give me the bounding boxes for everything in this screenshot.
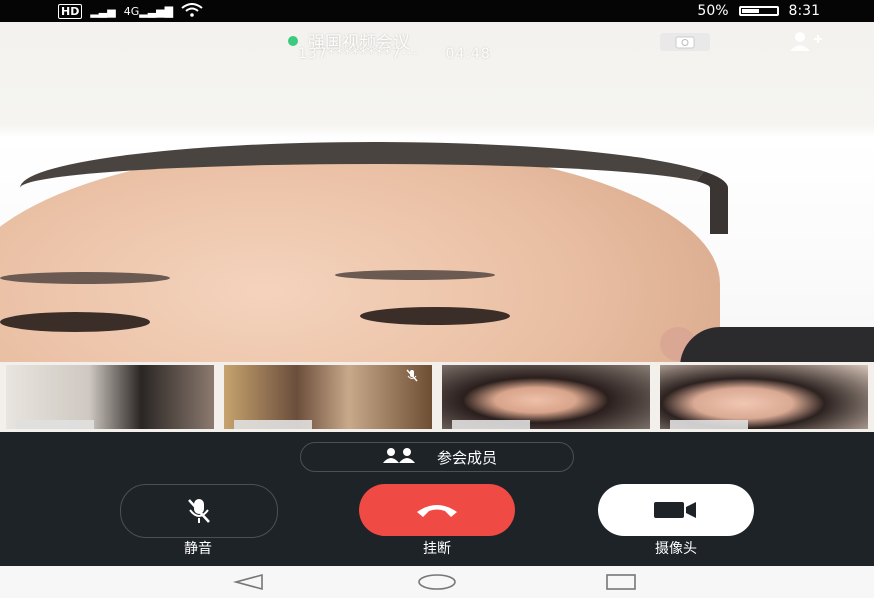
battery-percent: 50% — [697, 3, 729, 19]
home-icon[interactable] — [417, 573, 457, 591]
camera-switch-icon[interactable] — [660, 33, 710, 51]
camera-button[interactable] — [598, 484, 754, 536]
video-camera-icon — [654, 502, 696, 518]
system-nav-bar — [0, 566, 874, 598]
call-duration: 04:48 — [445, 46, 491, 62]
wifi-icon — [181, 3, 203, 20]
4g-signal-icon: 4G▂▃▅▇ — [123, 5, 174, 18]
call-info: 强国视频会议 137********7··· 04:48 — [0, 26, 874, 66]
status-left-icons: HD ▂▃▅ 4G▂▃▅▇ — [58, 3, 203, 20]
members-label: 参会成员 — [436, 448, 497, 467]
online-indicator — [288, 35, 298, 46]
mute-label: 静音 — [184, 541, 212, 557]
clock: 8:31 — [788, 3, 820, 19]
status-bar: HD ▂▃▅ 4G▂▃▅▇ 50% 8:31 — [0, 0, 874, 22]
phone-hangup-icon — [417, 505, 457, 517]
signal-icon: ▂▃▅ — [90, 5, 116, 18]
main-video[interactable] — [0, 22, 874, 362]
camera-label: 摄像头 — [655, 541, 697, 557]
mic-off-icon — [188, 499, 210, 523]
participant-thumbnail[interactable] — [6, 365, 214, 429]
members-button[interactable]: 参会成员 — [300, 442, 574, 472]
caller-number: 137********7··· — [298, 46, 418, 62]
recents-icon[interactable] — [604, 573, 638, 591]
participant-thumbnail[interactable] — [660, 365, 868, 429]
hangup-button[interactable] — [359, 484, 515, 536]
mute-button[interactable] — [120, 484, 278, 538]
participant-thumbnails — [0, 362, 874, 432]
hd-icon: HD — [58, 4, 83, 19]
back-icon[interactable] — [232, 573, 266, 591]
participant-thumbnail[interactable] — [224, 365, 432, 429]
battery-icon — [738, 6, 779, 16]
members-icon — [377, 447, 423, 467]
add-user-icon[interactable] — [780, 30, 828, 52]
mic-muted-icon — [406, 369, 418, 386]
call-controls: 参会成员 静音 挂断 摄像头 — [0, 432, 874, 566]
participant-thumbnail[interactable] — [442, 365, 650, 429]
hangup-label: 挂断 — [423, 541, 451, 557]
